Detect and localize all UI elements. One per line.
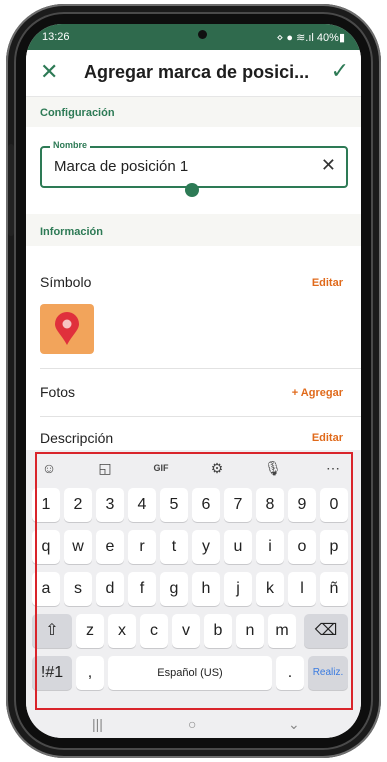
config-section-header: Configuración [26, 97, 361, 127]
info-section-header: Información [26, 214, 361, 246]
clear-icon[interactable]: ✕ [321, 155, 336, 176]
screen: 13:26 ⋄ ● ≋.ıl 40%▮ ✕ Agregar marca de p… [26, 24, 361, 738]
back-chevron-icon[interactable]: ⌄ [288, 716, 300, 733]
status-bar: 13:26 ⋄ ● ≋.ıl 40%▮ [26, 24, 361, 50]
page-title: Agregar marca de posici... [84, 62, 310, 82]
keyboard-highlight-box [35, 452, 353, 710]
status-time: 13:26 [42, 31, 70, 43]
symbol-edit-button[interactable]: Editar [312, 277, 343, 289]
description-edit-button[interactable]: Editar [312, 432, 343, 444]
check-icon[interactable]: ✓ [331, 58, 349, 84]
close-icon[interactable]: ✕ [40, 59, 58, 85]
divider [40, 416, 361, 417]
name-field-value[interactable]: Marca de posición 1 [54, 158, 188, 175]
home-icon[interactable]: ○ [188, 716, 196, 732]
name-field-label: Nombre [50, 140, 91, 150]
divider [40, 368, 361, 369]
status-icons: ⋄ ● ≋.ıl 40%▮ [276, 32, 345, 44]
add-photo-button[interactable]: + Agregar [292, 387, 343, 399]
photos-label: Fotos [40, 384, 76, 400]
description-label: Descripción [40, 430, 114, 446]
app-bar: ✕ Agregar marca de posici... ✓ [26, 50, 361, 97]
text-cursor-handle[interactable] [185, 183, 199, 197]
camera-cutout [198, 30, 207, 39]
symbol-label: Símbolo [40, 274, 92, 290]
config-section-title: Configuración [40, 107, 115, 119]
recents-icon[interactable]: ||| [92, 716, 103, 732]
name-field[interactable]: Nombre Marca de posición 1 ✕ [40, 140, 348, 188]
system-nav-bar: ||| ○ ⌄ [26, 714, 361, 738]
location-pin-icon[interactable] [40, 304, 94, 354]
info-section-title: Información [40, 226, 103, 238]
